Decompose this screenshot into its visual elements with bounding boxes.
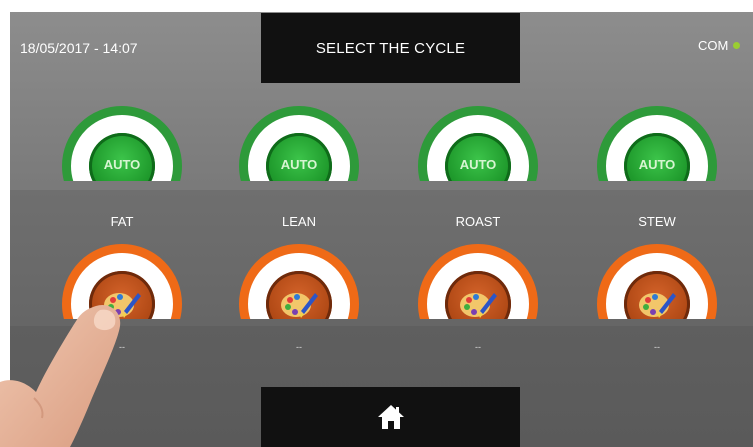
- cycle-label-roast: ROAST: [455, 214, 501, 229]
- home-icon: [377, 405, 404, 429]
- cycle-label-lean: LEAN: [282, 214, 316, 229]
- cycle-ring: AUTO: [62, 106, 182, 181]
- cycle-ring: AUTO: [597, 106, 717, 181]
- com-status-dot: [733, 42, 741, 49]
- custom-cycle-button-4[interactable]: [597, 244, 717, 334]
- cycle-ring: AUTO: [239, 106, 359, 181]
- page-title-panel: SELECT THE CYCLE: [261, 13, 520, 83]
- auto-badge-text: AUTO: [638, 156, 676, 172]
- cycle-button-lean[interactable]: AUTO: [239, 106, 359, 196]
- custom-cycle-label: --: [475, 342, 481, 352]
- cycle-button-roast[interactable]: AUTO: [418, 106, 538, 196]
- pointing-finger-image: [0, 304, 121, 447]
- cycle-button-fat[interactable]: AUTO: [62, 106, 182, 196]
- auto-badge-text: AUTO: [280, 156, 318, 172]
- cycle-ring: AUTO: [418, 106, 538, 181]
- cycle-label-stew: STEW: [638, 214, 676, 229]
- cycle-button-stew[interactable]: AUTO: [597, 106, 717, 196]
- cycle-ring: [418, 244, 538, 319]
- datetime-display: 18/05/2017 - 14:07: [20, 40, 138, 56]
- custom-cycle-button-2[interactable]: [239, 244, 359, 334]
- auto-badge-text: AUTO: [459, 156, 497, 172]
- auto-badge-text: AUTO: [103, 156, 141, 172]
- custom-cycle-button-3[interactable]: [418, 244, 538, 334]
- cycle-ring: [597, 244, 717, 319]
- com-status: COM: [698, 38, 741, 53]
- cycle-label-fat: FAT: [110, 214, 134, 229]
- custom-cycle-label: --: [296, 342, 302, 352]
- home-button[interactable]: [261, 387, 520, 447]
- cycle-ring: [239, 244, 359, 319]
- custom-cycle-label: --: [654, 342, 660, 352]
- com-label: COM: [698, 38, 729, 53]
- page-title: SELECT THE CYCLE: [315, 39, 466, 57]
